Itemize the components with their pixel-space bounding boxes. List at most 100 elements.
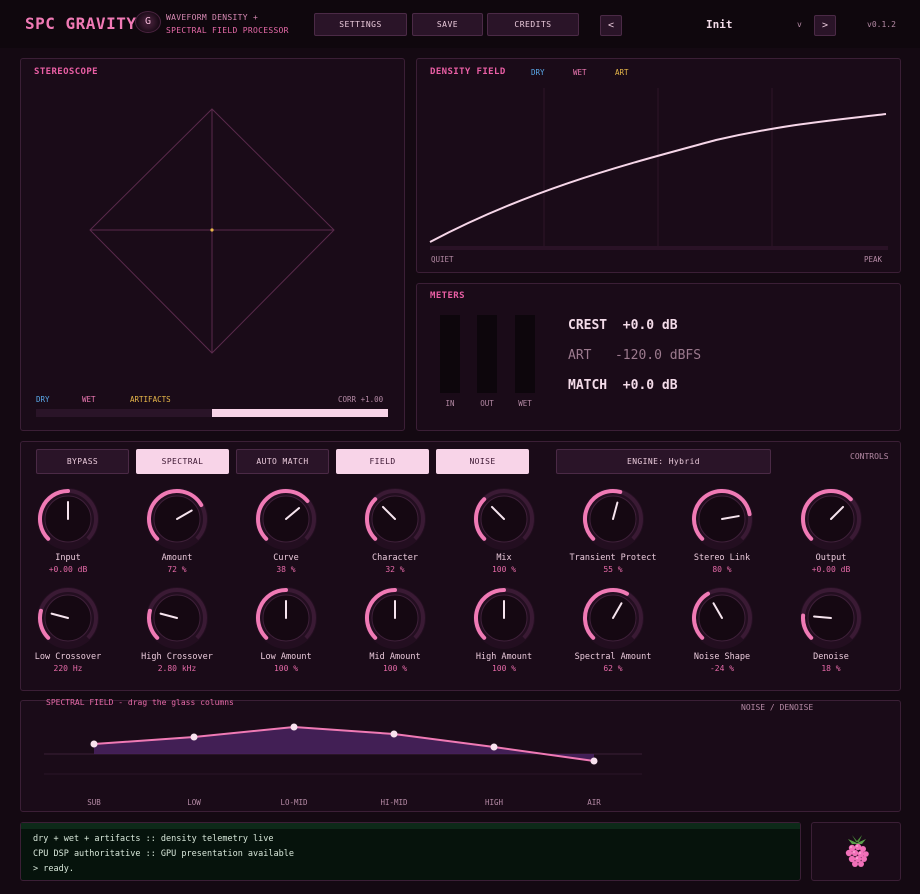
app-logo: SPC GRAVITY — [25, 14, 137, 33]
character-value: 32 % — [385, 565, 405, 574]
preset-name[interactable]: Init — [706, 18, 733, 31]
density-field-plot — [429, 88, 888, 250]
denoise-value: 18 % — [821, 664, 841, 673]
input-knob[interactable] — [36, 487, 100, 551]
match-label: MATCH — [568, 378, 608, 393]
band-handle-low — [190, 733, 198, 741]
spectral-toggle[interactable]: SPECTRAL — [136, 449, 229, 474]
preset-dropdown-icon[interactable]: v — [797, 20, 802, 29]
band-label-air: AIR — [587, 798, 601, 807]
stereo-link-knob[interactable] — [690, 487, 754, 551]
band-handle-hi-mid — [390, 730, 398, 738]
noise-shape-knob-group: Noise Shape -24 % — [667, 586, 777, 673]
output-value: +0.00 dB — [811, 565, 851, 574]
mix-knob[interactable] — [472, 487, 536, 551]
low-amount-knob[interactable] — [254, 586, 318, 650]
correlation-readout: CORR +1.00 — [338, 395, 384, 404]
engine-selector[interactable]: ENGINE: Hybrid — [556, 449, 771, 474]
noise-denoise-title: NOISE / DENOISE — [741, 703, 814, 712]
mix-knob-group: Mix 100 % — [449, 487, 559, 574]
noise-shape-value: -24 % — [709, 664, 735, 673]
stereoscope-display — [89, 108, 335, 354]
denoise-knob[interactable] — [799, 586, 863, 650]
spectral-amount-knob[interactable] — [581, 586, 645, 650]
controls-title: CONTROLS — [850, 452, 889, 461]
meter-label-out: OUT — [480, 399, 494, 408]
high-amount-value: 100 % — [491, 664, 517, 673]
mid-amount-knob[interactable] — [363, 586, 427, 650]
correlation-bar-fill — [212, 409, 388, 417]
mid-amount-label: Mid Amount — [369, 652, 421, 662]
crest-readout: CREST +0.0 dB — [568, 318, 678, 333]
band-label-low: LOW — [187, 798, 201, 807]
stereoscope-legend-artifacts: ARTIFACTS — [130, 395, 171, 404]
low-crossover-value: 220 Hz — [53, 664, 83, 673]
auto-match-toggle[interactable]: AUTO MATCH — [236, 449, 329, 474]
meters-title: METERS — [430, 291, 465, 301]
next-preset-button[interactable]: > — [814, 15, 836, 36]
stereo-link-label: Stereo Link — [693, 553, 751, 563]
band-handle-air — [590, 757, 598, 765]
high-amount-knob[interactable] — [472, 586, 536, 650]
low-crossover-label: Low Crossover — [34, 652, 102, 662]
meter-in — [440, 315, 460, 393]
prev-preset-button[interactable]: < — [600, 15, 622, 36]
logo-badge-icon: G — [135, 11, 161, 33]
curve-knob[interactable] — [254, 487, 318, 551]
raspberry-icon — [845, 835, 869, 867]
field-toggle[interactable]: FIELD — [336, 449, 429, 474]
input-value: +0.00 dB — [48, 565, 88, 574]
credits-button[interactable]: CREDITS — [487, 13, 579, 36]
high-amount-label: High Amount — [475, 652, 533, 662]
subtitle-line-2: SPECTRAL FIELD PROCESSOR — [166, 26, 289, 35]
transient-protect-label: Transient Protect — [569, 553, 657, 563]
save-button[interactable]: SAVE — [412, 13, 483, 36]
denoise-knob-group: Denoise 18 % — [776, 586, 886, 673]
console-line-3: > ready. — [33, 864, 74, 874]
crest-value: +0.0 dB — [622, 318, 678, 333]
spectral-field-plot[interactable] — [20, 700, 660, 812]
amount-knob[interactable] — [145, 487, 209, 551]
character-knob-group: Character 32 % — [340, 487, 450, 574]
amount-knob-group: Amount 72 % — [122, 487, 232, 574]
meter-label-wet: WET — [518, 399, 532, 408]
output-knob[interactable] — [799, 487, 863, 551]
character-label: Character — [371, 553, 419, 563]
noise-toggle[interactable]: NOISE — [436, 449, 529, 474]
mix-value: 100 % — [491, 565, 517, 574]
low-amount-label: Low Amount — [260, 652, 312, 662]
transient-protect-knob[interactable] — [581, 487, 645, 551]
low-crossover-knob-group: Low Crossover 220 Hz — [13, 586, 123, 673]
art-readout: ART -120.0 dBFS — [568, 348, 701, 363]
low-crossover-knob[interactable] — [36, 586, 100, 650]
crest-label: CREST — [568, 318, 608, 333]
amount-label: Amount — [161, 553, 193, 563]
high-crossover-knob[interactable] — [145, 586, 209, 650]
high-crossover-knob-group: High Crossover 2.80 kHz — [122, 586, 232, 673]
settings-button[interactable]: SETTINGS — [314, 13, 407, 36]
stereo-link-knob-group: Stereo Link 80 % — [667, 487, 777, 574]
output-label: Output — [815, 553, 847, 563]
match-readout: MATCH +0.0 dB — [568, 378, 678, 393]
spectral-amount-value: 62 % — [603, 664, 623, 673]
character-knob[interactable] — [363, 487, 427, 551]
header-bar: SPC GRAVITY G WAVEFORM DENSITY + SPECTRA… — [0, 0, 920, 48]
high-amount-knob-group: High Amount 100 % — [449, 586, 559, 673]
meter-wet — [515, 315, 535, 393]
band-handle-sub — [90, 740, 98, 748]
art-value: -120.0 dBFS — [614, 348, 702, 363]
subtitle-line-1: WAVEFORM DENSITY + — [166, 13, 259, 22]
mid-amount-knob-group: Mid Amount 100 % — [340, 586, 450, 673]
curve-knob-group: Curve 38 % — [231, 487, 341, 574]
bypass-toggle[interactable]: BYPASS — [36, 449, 129, 474]
stereoscope-legend-dry: DRY — [36, 395, 50, 404]
art-label: ART — [568, 348, 592, 363]
amount-value: 72 % — [167, 565, 187, 574]
mid-amount-value: 100 % — [382, 664, 408, 673]
noise-shape-knob[interactable] — [690, 586, 754, 650]
band-handle-high — [490, 743, 498, 751]
transient-protect-knob-group: Transient Protect 55 % — [558, 487, 668, 574]
spectral-amount-label: Spectral Amount — [574, 652, 652, 662]
high-crossover-label: High Crossover — [141, 652, 213, 662]
match-value: +0.0 dB — [622, 378, 678, 393]
